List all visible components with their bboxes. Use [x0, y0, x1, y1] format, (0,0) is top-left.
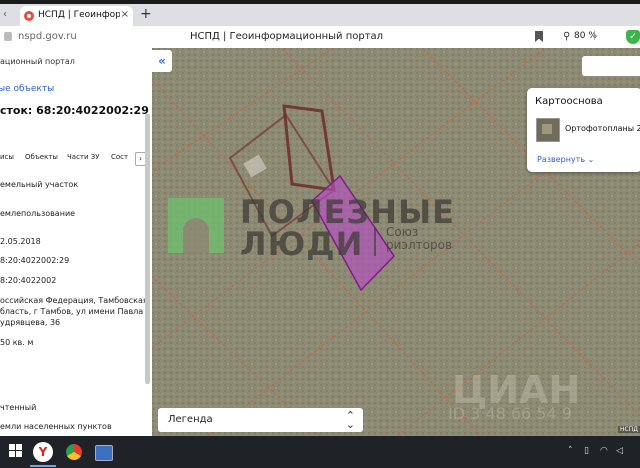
basemap-card: Картооснова Ортофотопланы 2009 Развернут…: [527, 88, 640, 172]
tab-parts[interactable]: Части ЗУ: [67, 153, 100, 161]
zoom-divider: |: [593, 31, 597, 41]
site-favicon-icon: [24, 11, 34, 21]
screen: ‹ НСПД | Геоинформационный портал × + ns…: [0, 0, 640, 468]
bookmark-icon[interactable]: [535, 31, 543, 42]
cadastral-quarter: 8:20:4022002: [0, 276, 57, 285]
object-info-panel: ационный портал ые объекты сток: 68:20:4…: [0, 48, 152, 436]
back-to-objects-link[interactable]: ые объекты: [0, 84, 54, 94]
start-menu-icon[interactable]: [9, 444, 23, 458]
expand-label: Развернуть: [537, 155, 586, 164]
chevron-down-icon: ⌄: [587, 155, 595, 164]
expand-basemaps-link[interactable]: Развернуть ⌄: [537, 155, 594, 164]
tab-description[interactable]: исы: [0, 153, 14, 161]
zoom-icon[interactable]: ⚲: [563, 31, 570, 42]
registration-date: 2.05.2018: [0, 237, 41, 246]
watermark-logo: [168, 198, 224, 253]
land-category: емли населенных пунктов: [0, 422, 112, 431]
object-type: емельный участок: [0, 180, 79, 189]
status: чтенный: [0, 403, 37, 412]
browser-tab[interactable]: НСПД | Геоинформационный портал ×: [20, 6, 133, 26]
active-app-indicator: [30, 465, 56, 467]
wifi-icon[interactable]: ◠: [600, 446, 608, 456]
cadastral-number: 8:20:4022002:29: [0, 256, 70, 265]
object-kind: емлепользование: [0, 209, 76, 218]
lock-icon[interactable]: [4, 32, 12, 41]
legend-label: Легенда: [168, 414, 213, 425]
protect-shield-icon[interactable]: ✓: [626, 30, 640, 44]
watermark-subtitle-2: риэлторов: [386, 238, 453, 252]
panel-tabs: исы Объекты Части ЗУ Сост ›: [0, 152, 152, 166]
yandex-browser-icon[interactable]: Y: [33, 442, 53, 462]
watermark-text-2: ЛЮДИ: [240, 225, 364, 263]
collapse-panel-button[interactable]: «: [152, 50, 172, 72]
address-bar: nspd.gov.ru НСПД | Геоинформационный пор…: [0, 26, 640, 49]
basemap-title: Картооснова: [535, 96, 603, 107]
url-field[interactable]: nspd.gov.ru: [18, 31, 77, 42]
taskbar: Y ˄ ▯ ◠ ◁: [0, 436, 640, 468]
chrome-icon[interactable]: [66, 444, 82, 460]
tab-bar: ‹ НСПД | Геоинформационный портал × +: [0, 4, 640, 26]
portal-name: ационный портал: [0, 57, 75, 66]
tab-title: НСПД | Геоинформационный портал: [38, 10, 120, 20]
tab-objects[interactable]: Объекты: [25, 153, 58, 161]
legend-dropdown[interactable]: Легенда ⌃ ⌄: [158, 408, 363, 432]
volume-icon[interactable]: ◁: [616, 446, 623, 456]
tray-arrow-icon[interactable]: ˄: [568, 446, 573, 456]
new-tab-button[interactable]: +: [140, 7, 152, 21]
cian-watermark-phone: ID 3 48 66 54 9: [448, 404, 572, 423]
network-icon[interactable]: ▯: [584, 446, 589, 456]
page-title: НСПД | Геоинформационный портал: [190, 31, 384, 42]
cadastral-number-heading: сток: 68:20:4022002:29: [0, 104, 149, 117]
address-line-3: удрявцева, 36: [0, 318, 61, 327]
window-app-icon[interactable]: [95, 445, 113, 461]
tab-composition[interactable]: Сост: [111, 153, 128, 161]
chevron-updown-icon: ⌃ ⌄: [345, 409, 355, 431]
map-search-input[interactable]: [582, 56, 640, 76]
area: 50 кв. м: [0, 338, 34, 347]
watermark-divider: [374, 228, 376, 256]
address-line-2: бласть, г Тамбов, ул имени Павла: [0, 307, 144, 316]
map-view[interactable]: ПОЛЕЗНЫЕ ЛЮДИ Союз риэлторов ЦИАН ID 3 4…: [152, 48, 640, 436]
basemap-thumbnail[interactable]: [536, 118, 560, 142]
tab-close-icon[interactable]: ×: [121, 9, 129, 20]
nspd-corner-tag: НСПД: [618, 426, 640, 433]
basemap-option[interactable]: Ортофотопланы 2009: [565, 124, 640, 133]
tabs-menu-icon[interactable]: ‹: [3, 9, 7, 20]
panel-scrollbar[interactable]: [145, 114, 150, 384]
address-line-1: оссийская Федерация, Тамбовская: [0, 296, 148, 305]
watermark-subtitle: Союз риэлторов: [386, 226, 452, 252]
